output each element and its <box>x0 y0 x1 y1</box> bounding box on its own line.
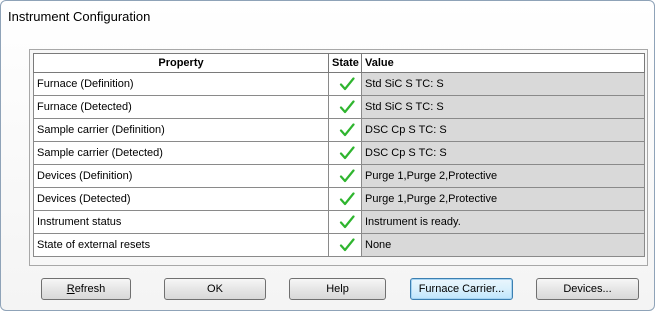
devices-label: Devices... <box>563 283 612 295</box>
checkmark-icon <box>339 77 355 91</box>
property-cell[interactable]: Sample carrier (Definition) <box>33 118 329 142</box>
table-row[interactable]: Devices (Definition) Purge 1,Purge 2,Prot… <box>33 164 645 188</box>
refresh-mnemonic: R <box>66 283 75 295</box>
state-cell[interactable] <box>328 233 362 257</box>
value-cell[interactable]: Purge 1,Purge 2,Protective <box>361 187 645 211</box>
property-cell[interactable]: Instrument status <box>33 210 329 234</box>
column-header-value[interactable]: Value <box>361 53 645 73</box>
checkmark-icon <box>339 192 355 206</box>
instrument-configuration-dialog: Instrument Configuration Property State … <box>0 0 655 311</box>
table-header-row: Property State Value <box>33 53 645 73</box>
property-cell[interactable]: Devices (Detected) <box>33 187 329 211</box>
checkmark-icon <box>339 215 355 229</box>
value-cell[interactable]: DSC Cp S TC: S <box>361 141 645 165</box>
help-button[interactable]: Help <box>289 278 386 300</box>
checkmark-icon <box>339 146 355 160</box>
property-cell[interactable]: Furnace (Definition) <box>33 72 329 96</box>
checkmark-icon <box>339 123 355 137</box>
refresh-label: efresh <box>74 283 106 295</box>
furnace-carrier-button[interactable]: Furnace Carrier... <box>410 278 513 300</box>
value-cell[interactable]: Purge 1,Purge 2,Protective <box>361 164 645 188</box>
checkmark-icon <box>339 100 355 114</box>
state-cell[interactable] <box>328 187 362 211</box>
refresh-button[interactable]: Refresh <box>41 278 131 300</box>
table-row[interactable]: Sample carrier (Definition) DSC Cp S TC: … <box>33 118 645 142</box>
column-header-property[interactable]: Property <box>33 53 329 73</box>
devices-button[interactable]: Devices... <box>536 278 639 300</box>
table-row[interactable]: Devices (Detected) Purge 1,Purge 2,Protec… <box>33 187 645 211</box>
state-cell[interactable] <box>328 118 362 142</box>
table-row[interactable]: Furnace (Definition) Std SiC S TC: S <box>33 72 645 96</box>
value-cell[interactable]: Std SiC S TC: S <box>361 72 645 96</box>
value-cell[interactable]: None <box>361 233 645 257</box>
property-cell[interactable]: Devices (Definition) <box>33 164 329 188</box>
checkmark-icon <box>339 238 355 252</box>
table-row[interactable]: Sample carrier (Detected) DSC Cp S TC: S <box>33 141 645 165</box>
table-row[interactable]: Furnace (Detected) Std SiC S TC: S <box>33 95 645 119</box>
table-row[interactable]: Instrument status Instrument is ready. <box>33 210 645 234</box>
property-cell[interactable]: Sample carrier (Detected) <box>33 141 329 165</box>
title-bar[interactable]: Instrument Configuration <box>1 1 654 31</box>
state-cell[interactable] <box>328 141 362 165</box>
furnace-carrier-label: Furnace Carrier... <box>418 283 505 295</box>
state-cell[interactable] <box>328 95 362 119</box>
value-cell[interactable]: Instrument is ready. <box>361 210 645 234</box>
property-cell[interactable]: State of external resets <box>33 233 329 257</box>
ok-label: OK <box>207 283 223 295</box>
column-header-state[interactable]: State <box>328 53 362 73</box>
checkmark-icon <box>339 169 355 183</box>
state-cell[interactable] <box>328 210 362 234</box>
help-label: Help <box>326 283 349 295</box>
table-row[interactable]: State of external resets None <box>33 233 645 257</box>
configuration-panel: Property State Value Furnace (Definition… <box>29 49 648 266</box>
value-cell[interactable]: DSC Cp S TC: S <box>361 118 645 142</box>
dialog-title: Instrument Configuration <box>8 9 151 24</box>
value-cell[interactable]: Std SiC S TC: S <box>361 95 645 119</box>
state-cell[interactable] <box>328 164 362 188</box>
configuration-table: Property State Value Furnace (Definition… <box>33 53 645 257</box>
state-cell[interactable] <box>328 72 362 96</box>
ok-button[interactable]: OK <box>164 278 266 300</box>
property-cell[interactable]: Furnace (Detected) <box>33 95 329 119</box>
